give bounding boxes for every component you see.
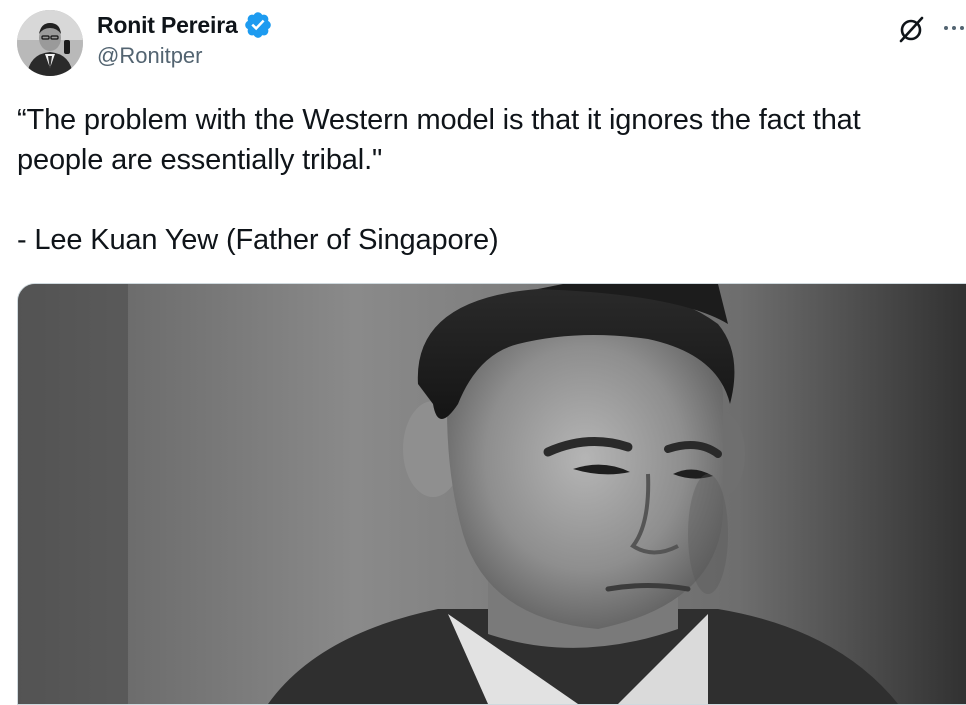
tweet: Ronit Pereira @Ronitper “The problem wit… [0,0,966,705]
more-button[interactable] [940,10,966,44]
grok-icon [899,16,924,43]
tweet-attribution: - Lee Kuan Yew (Father of Singapore) [17,224,499,256]
grok-button[interactable] [894,12,928,46]
avatar-photo-icon [17,10,83,76]
display-name[interactable]: Ronit Pereira [97,12,238,39]
tweet-quote: “The problem with the Western model is t… [17,104,861,176]
more-dots-icon [952,26,956,30]
more-dots-icon [960,26,964,30]
author-block: Ronit Pereira @Ronitper [97,10,273,69]
avatar[interactable] [17,10,83,76]
tweet-text: “The problem with the Western model is t… [17,100,947,260]
more-dots-icon [944,26,948,30]
name-row: Ronit Pereira [97,10,273,40]
media-photo[interactable] [17,283,966,705]
portrait-photo [18,284,966,704]
verified-badge-icon[interactable] [243,10,273,40]
handle[interactable]: @Ronitper [97,43,273,69]
